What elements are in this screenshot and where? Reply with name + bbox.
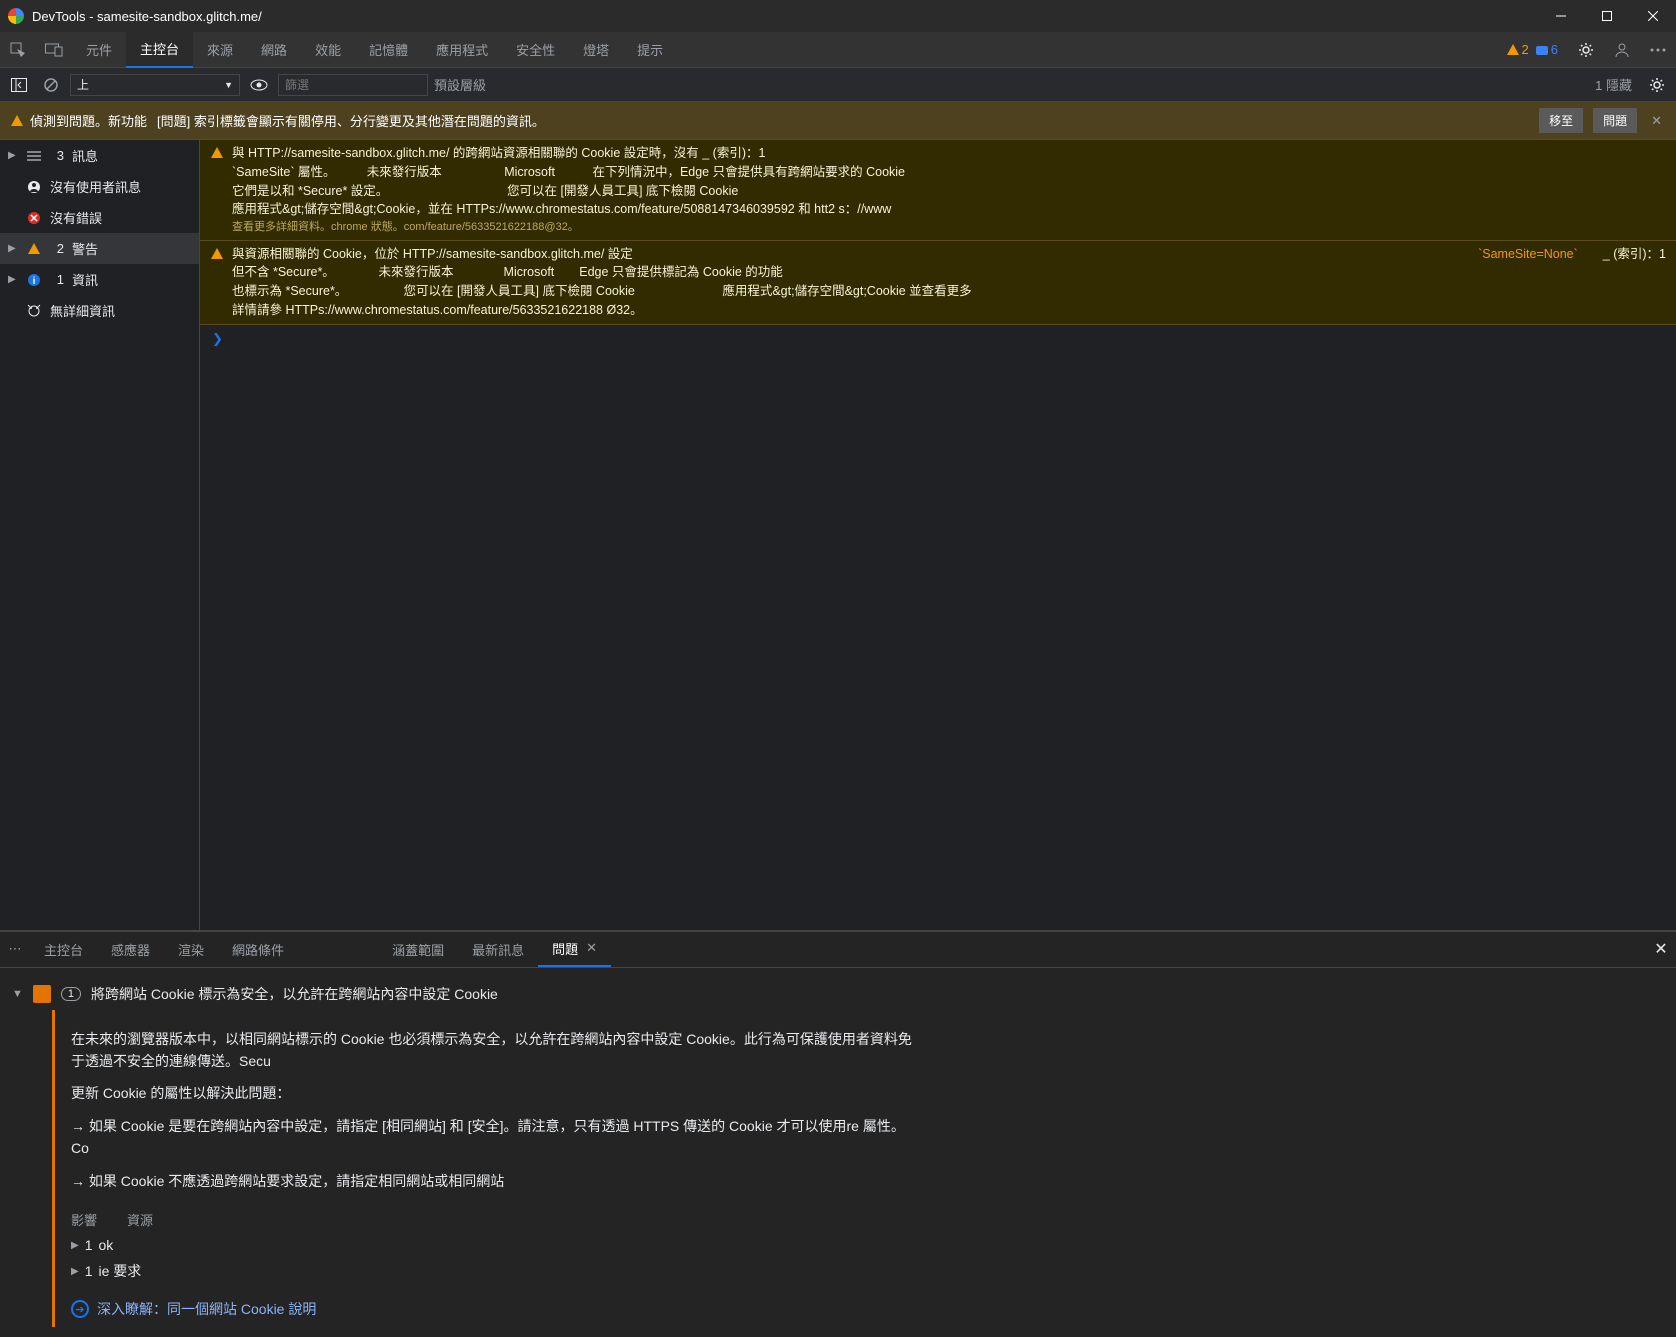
- infobar-text: [問題] 索引標籤會顯示有關停用、分行變更及其他潛在問題的資訊。: [157, 111, 545, 130]
- tab-lighthouse[interactable]: 燈塔: [569, 32, 623, 68]
- tab-performance[interactable]: 效能: [301, 32, 355, 68]
- infobar-label: 偵測到問題。新功能: [30, 111, 147, 130]
- tab-sources[interactable]: 來源: [193, 32, 247, 68]
- drawer-more-icon[interactable]: ⋯: [0, 941, 30, 957]
- hidden-count[interactable]: 1 隱藏: [1595, 75, 1632, 94]
- context-select[interactable]: 上▼: [70, 74, 240, 96]
- tab-elements[interactable]: 元件: [72, 32, 126, 68]
- filter-input[interactable]: [278, 74, 428, 96]
- main-tabs: 元件 主控台 來源 網路 效能 記憶體 應用程式 安全性 燈塔 提示 2 6: [0, 32, 1676, 68]
- issue-body: 在未來的瀏覽器版本中，以相同網站標示的 Cookie 也必須標示為安全，以允許在…: [52, 1010, 932, 1327]
- issue-paragraph: 更新 Cookie 的屬性以解決此問題：: [71, 1082, 916, 1104]
- inspect-icon[interactable]: [0, 32, 36, 68]
- expand-icon: ▼: [12, 988, 23, 1000]
- sidebar-errors[interactable]: 沒有錯誤: [0, 202, 199, 233]
- drawer: ⋯ 主控台 感應器 渲染 網路條件 涵蓋範圍 最新訊息 問題✕ ✕ ▼ 1 將跨…: [0, 930, 1676, 1337]
- tab-application[interactable]: 應用程式: [422, 32, 502, 68]
- drawer-tab-console[interactable]: 主控台: [30, 931, 97, 967]
- tab-network[interactable]: 網路: [247, 32, 301, 68]
- console-sidebar: ▶ 3 訊息 沒有使用者訊息 沒有錯誤 ▶ 2 警告: [0, 140, 200, 930]
- drawer-tab-whatsnew[interactable]: 最新訊息: [458, 931, 538, 967]
- issue-paragraph: → 如果 Cookie 是要在跨網站內容中設定，請指定 [相同網站] 和 [安全…: [71, 1115, 916, 1160]
- issue-paragraph: → 如果 Cookie 不應透過跨網站要求設定，請指定相同網站或相同網站: [71, 1170, 916, 1192]
- sidebar-verbose[interactable]: 無詳細資訊: [0, 295, 199, 326]
- resource-row[interactable]: ▶1 ie 要求: [71, 1261, 916, 1281]
- drawer-tab-rendering[interactable]: 渲染: [164, 931, 218, 967]
- infobar-close-icon[interactable]: ✕: [1647, 113, 1666, 129]
- issue-header[interactable]: ▼ 1 將跨網站 Cookie 標示為安全，以允許在跨網站內容中設定 Cooki…: [12, 978, 1664, 1010]
- settings-icon[interactable]: [1568, 32, 1604, 68]
- console-toolbar: 上▼ 預設層級 1 隱藏: [0, 68, 1676, 102]
- window-title: DevTools - samesite-sandbox.glitch.me/: [32, 9, 1538, 24]
- issue-count: 1: [61, 987, 81, 1001]
- issue-paragraph: 在未來的瀏覽器版本中，以相同網站標示的 Cookie 也必須標示為安全，以允許在…: [71, 1028, 916, 1073]
- info-count: 6: [1551, 42, 1558, 57]
- issue-title: 將跨網站 Cookie 標示為安全，以允許在跨網站內容中設定 Cookie: [91, 984, 498, 1004]
- titlebar: DevTools - samesite-sandbox.glitch.me/: [0, 0, 1676, 32]
- sidebar-messages[interactable]: ▶ 3 訊息: [0, 140, 199, 171]
- warning-icon: [210, 144, 226, 236]
- log-levels-select[interactable]: 預設層級: [434, 75, 486, 94]
- more-icon[interactable]: [1640, 32, 1676, 68]
- arrow-right-icon: ➔: [71, 1300, 89, 1318]
- close-tab-icon[interactable]: ✕: [586, 940, 597, 956]
- goto-button[interactable]: 移至: [1539, 108, 1583, 133]
- tab-hints[interactable]: 提示: [623, 32, 677, 68]
- drawer-tab-issues[interactable]: 問題✕: [538, 931, 611, 967]
- tab-console[interactable]: 主控台: [126, 32, 193, 68]
- warning-count-badge[interactable]: 2: [1506, 42, 1529, 57]
- tab-memory[interactable]: 記憶體: [355, 32, 422, 68]
- drawer-close-icon[interactable]: ✕: [1646, 939, 1676, 959]
- drawer-tab-network-conditions[interactable]: 網路條件: [218, 931, 298, 967]
- minimize-button[interactable]: [1538, 0, 1584, 32]
- sidebar-toggle-icon[interactable]: [6, 72, 32, 98]
- sidebar-user[interactable]: 沒有使用者訊息: [0, 171, 199, 202]
- resources-label: 資源: [127, 1210, 153, 1229]
- clear-console-icon[interactable]: [38, 72, 64, 98]
- device-toggle-icon[interactable]: [36, 32, 72, 68]
- tab-security[interactable]: 安全性: [502, 32, 569, 68]
- console-message[interactable]: 與 HTTP://samesite-sandbox.glitch.me/ 的跨網…: [200, 140, 1676, 241]
- sidebar-warnings[interactable]: ▶ 2 警告: [0, 233, 199, 264]
- issues-infobar: 偵測到問題。新功能 [問題] 索引標籤會顯示有關停用、分行變更及其他潛在問題的資…: [0, 102, 1676, 140]
- warning-icon: [10, 114, 24, 128]
- affected-label: 影響: [71, 1210, 97, 1229]
- console-settings-icon[interactable]: [1644, 72, 1670, 98]
- close-button[interactable]: [1630, 0, 1676, 32]
- drawer-tab-coverage[interactable]: 涵蓋範圍: [378, 931, 458, 967]
- sidebar-info[interactable]: ▶ i 1 資訊: [0, 264, 199, 295]
- warning-count: 2: [1522, 42, 1529, 57]
- live-expression-icon[interactable]: [246, 72, 272, 98]
- issues-button[interactable]: 問題: [1593, 108, 1637, 133]
- learn-more-link[interactable]: ➔ 深入瞭解：同一個網站 Cookie 說明: [71, 1299, 916, 1319]
- warning-icon: [210, 245, 226, 320]
- svg-text:i: i: [33, 276, 36, 287]
- issue-severity-icon: [33, 985, 51, 1003]
- account-icon[interactable]: [1604, 32, 1640, 68]
- maximize-button[interactable]: [1584, 0, 1630, 32]
- info-count-badge[interactable]: 6: [1535, 42, 1558, 57]
- console-prompt[interactable]: ❯: [200, 325, 1676, 353]
- resource-row[interactable]: ▶1 ok: [71, 1237, 916, 1253]
- app-icon: [8, 8, 24, 24]
- drawer-tab-sensors[interactable]: 感應器: [97, 931, 164, 967]
- console-messages: 與 HTTP://samesite-sandbox.glitch.me/ 的跨網…: [200, 140, 1676, 930]
- console-message[interactable]: 與資源相關聯的 Cookie，位於 HTTP://samesite-sandbo…: [200, 241, 1676, 325]
